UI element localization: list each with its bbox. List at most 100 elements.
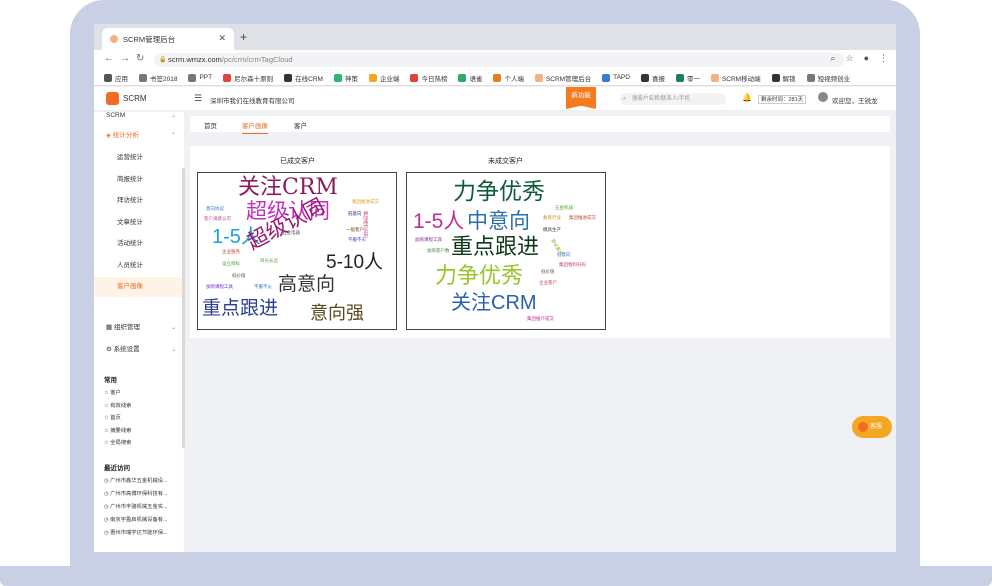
tag-word[interactable]: 1-5人 [413, 211, 464, 232]
sidebar-scrollbar[interactable] [182, 168, 185, 448]
tag-word[interactable]: 力争优秀 [453, 181, 545, 204]
common-link[interactable]: ☆ 全局搜索 [104, 438, 131, 446]
star-icon[interactable]: ☆ [845, 53, 853, 64]
tag-word[interactable]: 集团推进成交 [352, 200, 379, 206]
tab-customer[interactable]: 客户 [294, 120, 307, 130]
menu-toggle-icon[interactable]: ☰ [194, 93, 202, 104]
tag-word[interactable]: 五金电器 [282, 231, 300, 237]
tag-word[interactable]: 关注CRM [238, 177, 338, 199]
bookmark-item[interactable]: 企业端 [368, 73, 399, 83]
bookmark-item[interactable]: 尼尔森十原则 [223, 73, 273, 83]
profile-icon[interactable]: ● [864, 53, 869, 64]
sidebar-item-settings[interactable]: ⚙ 系统设置 ⌄ [94, 340, 184, 360]
bookmark-item[interactable]: SCRM管理后台 [534, 73, 591, 83]
tag-word[interactable]: 不服不火 [254, 285, 272, 291]
tag-word[interactable]: 关注CRM [451, 293, 537, 313]
sidebar-item-org[interactable]: ▦ 组织管理 ⌄ [94, 318, 184, 338]
tag-word[interactable]: 教育行业 [543, 216, 561, 222]
forward-icon[interactable]: → [120, 53, 130, 64]
customer-service-button[interactable]: 客服 [852, 416, 892, 438]
tag-word[interactable]: 高意向 [278, 275, 335, 294]
bookmark-item[interactable]: 零一 [675, 73, 700, 83]
tab-home[interactable]: 首页 [204, 120, 217, 130]
avatar[interactable] [818, 92, 828, 102]
new-feature-badge[interactable]: 新功能 [566, 87, 596, 109]
recent-link[interactable]: ◷ 惠州市瑞学达节能环保... [104, 528, 167, 536]
tag-word[interactable]: 集团推介成交 [527, 317, 554, 323]
tag-word[interactable]: 意向协议 [206, 207, 224, 213]
bookmark-item[interactable]: 解锁 [771, 73, 796, 83]
tag-word[interactable]: 意向强 [310, 305, 364, 323]
bookmark-item[interactable]: PPT [188, 73, 212, 82]
tag-word[interactable]: 企业服务 [222, 250, 240, 256]
sidebar-item-scrm[interactable]: SCRM ⌄ [94, 106, 184, 126]
search-input[interactable]: ⌕ 搜客户名称/联系人/手机 [620, 93, 726, 105]
tag-word[interactable]: 集团物料扫码 [559, 263, 586, 269]
tag-word[interactable]: 五金机器 [555, 206, 573, 212]
recent-link[interactable]: ◷ 广州市鑫华五金机械设... [104, 476, 167, 484]
tag-word[interactable]: 目光长远 [260, 259, 278, 265]
bookmark-item[interactable]: 应用 [104, 73, 128, 83]
tag-word[interactable]: 加购客户数 [427, 249, 450, 255]
reload-icon[interactable]: ↻ [136, 53, 144, 64]
tag-word[interactable]: 一般客户 [346, 228, 364, 234]
common-link[interactable]: ☆ 有效线索 [104, 401, 131, 409]
bookmark-item[interactable]: SCRM移动端 [710, 73, 761, 83]
welcome-text[interactable]: 欢迎您，王锐龙 [832, 95, 878, 105]
sidebar-subitem[interactable]: 简报统计 [94, 170, 184, 190]
tag-word[interactable]: 5-10人 [326, 253, 383, 272]
tag-word[interactable]: 协议客户 [549, 239, 563, 257]
sidebar-subitem[interactable]: 人员统计 [94, 256, 184, 276]
bookmark-item[interactable]: 神策 [333, 73, 358, 83]
app-logo[interactable]: SCRM [106, 92, 147, 105]
bell-icon[interactable]: 🔔 [742, 93, 752, 102]
tag-word[interactable]: 低意向 [348, 212, 362, 218]
tag-word[interactable]: 模具生产 [543, 228, 561, 234]
url-field[interactable]: 🔒 scrm.wmzx.com/pc/crm/crmTagCloud [154, 53, 844, 67]
sidebar-subitem[interactable]: 活动统计 [94, 234, 184, 254]
tab-customer-profile[interactable]: 客户画像 [242, 120, 268, 134]
bookmark-item[interactable]: TAPD [602, 73, 630, 82]
tag-word[interactable]: 中意向 [467, 211, 530, 232]
search-icon: ⌕ [623, 96, 627, 102]
more-icon[interactable]: ⋮ [879, 53, 888, 64]
tag-word[interactable]: 重点跟进 [202, 299, 278, 318]
tag-word[interactable]: 加购课程工具 [415, 238, 442, 244]
tag-word[interactable]: 低价值 [541, 270, 555, 276]
recent-link[interactable]: ◷ 广州市高博环保科技有... [104, 489, 167, 497]
sidebar-item-stats[interactable]: ◈ 统计分析 ⌃ [94, 126, 184, 146]
back-icon[interactable]: ← [104, 53, 114, 64]
bookmark-item[interactable]: 语雀 [458, 73, 482, 83]
recent-link[interactable]: ◷ 广州市丰骆机械五金实... [104, 502, 167, 510]
common-link[interactable]: ☆ 客户 [104, 388, 121, 396]
bookmark-item[interactable]: 在线CRM [284, 73, 323, 83]
common-link[interactable]: ☆ 首页 [104, 413, 121, 421]
bookmark-item[interactable]: 书签2018 [139, 73, 177, 83]
bookmark-item[interactable]: 喜报 [640, 73, 665, 83]
bookmark-icon [284, 73, 293, 82]
tag-word[interactable]: 力争优秀 [435, 266, 523, 288]
tag-word[interactable]: 集团物料扫码 [362, 211, 367, 238]
sidebar-subitem[interactable]: 文章统计 [94, 213, 184, 233]
recent-link[interactable]: ◷ 南京宇盈启机械设备有... [104, 515, 167, 523]
sidebar-subitem[interactable]: 客户画像 [94, 277, 184, 297]
new-tab-icon[interactable]: + [240, 30, 247, 44]
tag-word[interactable]: 重点跟进 [451, 237, 539, 259]
tag-word[interactable]: 企业客户 [539, 281, 557, 287]
tag-word[interactable]: 集团推进成交 [569, 216, 596, 222]
sidebar-subitem[interactable]: 拜访统计 [94, 191, 184, 211]
zoom-icon[interactable]: ⌕ [830, 53, 835, 64]
browser-tab[interactable]: SCRM管理后台 ✕ [102, 28, 234, 50]
common-link[interactable]: ☆ 摘要线索 [104, 426, 131, 434]
tag-word[interactable]: 低价值 [232, 274, 246, 280]
tag-word[interactable]: 客户满意认可 [204, 217, 231, 223]
chevron-down-icon: ⌄ [170, 347, 176, 353]
tag-word[interactable]: 加购课程工具 [206, 285, 233, 291]
tag-word[interactable]: 设立目标 [222, 262, 240, 268]
tag-word[interactable]: 不服不火 [348, 238, 366, 244]
close-icon[interactable]: ✕ [218, 33, 226, 44]
bookmark-item[interactable]: 短视频创业 [806, 73, 850, 83]
bookmark-item[interactable]: 个人端 [493, 73, 524, 83]
bookmark-item[interactable]: 今日热榜 [410, 73, 447, 83]
sidebar-subitem[interactable]: 运营统计 [94, 148, 184, 168]
